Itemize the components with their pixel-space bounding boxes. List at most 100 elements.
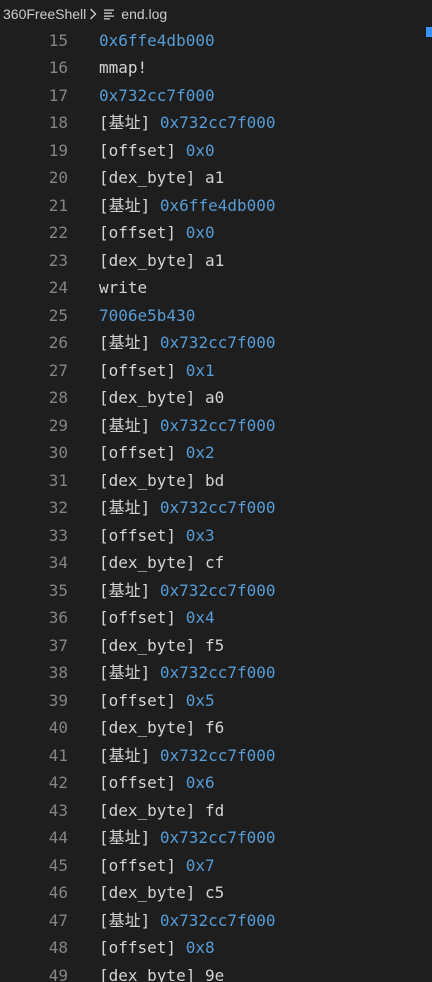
line-text: [dex_byte] a1 [99, 168, 225, 187]
line-number: 46 [48, 883, 68, 902]
line-number: 15 [48, 30, 68, 50]
hex-value: 0x732cc7f000 [159, 580, 276, 600]
line-content: [基址] 0x732cc7f000 [99, 412, 276, 440]
code-line[interactable]: 43 [dex_byte] fd [0, 797, 432, 825]
line-number: 25 [48, 305, 68, 325]
line-content: [dex_byte] a1 [99, 247, 224, 275]
hex-value: 0x3 [185, 525, 215, 545]
hex-value: 0x6ffe4db000 [159, 195, 276, 215]
hex-value: 0x732cc7f000 [159, 498, 276, 517]
code-line[interactable]: 18 [基址] 0x732cc7f000 [0, 109, 432, 137]
line-text: [dex_byte] f6 [99, 718, 225, 737]
breadcrumb-file[interactable]: end.log [121, 6, 167, 22]
line-text: [dex_byte] c5 [99, 883, 225, 902]
code-line[interactable]: 49 [dex_byte] 9e [0, 962, 432, 982]
line-content: 7006e5b430 [99, 302, 195, 330]
code-line[interactable]: 35 [基址] 0x732cc7f000 [0, 577, 432, 605]
line-content: [dex_byte] c5 [99, 879, 224, 907]
code-line[interactable]: 48 [offset] 0x8 [0, 934, 432, 962]
code-line[interactable]: 23 [dex_byte] a1 [0, 247, 432, 275]
hex-value: 0x732cc7f000 [159, 333, 276, 352]
code-lines: 14[ONEPLUS A6003::com.6aci4.apk_150x6ffe… [0, 0, 432, 982]
hex-value: 0x732cc7f000 [99, 85, 215, 105]
code-line[interactable]: 44 [基址] 0x732cc7f000 [0, 824, 432, 852]
line-content: 0x732cc7f000 [99, 82, 215, 110]
code-line[interactable]: 45 [offset] 0x7 [0, 852, 432, 880]
hex-value: 0x8 [185, 938, 215, 957]
code-line[interactable]: 19 [offset] 0x0 [0, 137, 432, 165]
line-text: [offset] [99, 690, 186, 710]
line-number: 34 [48, 553, 68, 572]
line-content: [offset] 0x1 [99, 357, 215, 385]
code-line[interactable]: 20 [dex_byte] a1 [0, 164, 432, 192]
line-number: 32 [48, 498, 68, 517]
code-line[interactable]: 28 [dex_byte] a0 [0, 384, 432, 412]
line-content: [offset] 0x8 [99, 934, 215, 962]
line-text: [offset] [99, 360, 186, 380]
line-number: 28 [48, 388, 68, 407]
line-text: [基址] [99, 828, 160, 847]
line-number: 21 [48, 195, 68, 215]
code-line[interactable]: 46 [dex_byte] c5 [0, 879, 432, 907]
line-number: 16 [48, 58, 68, 77]
line-number: 40 [48, 718, 68, 737]
line-text: [offset] [99, 525, 186, 545]
line-number: 29 [48, 415, 68, 435]
line-number: 17 [48, 85, 68, 105]
hex-value: 0x0 [185, 223, 215, 242]
code-line[interactable]: 39 [offset] 0x5 [0, 687, 432, 715]
line-content: [dex_byte] cf [99, 549, 224, 577]
line-number: 24 [48, 278, 68, 297]
code-line[interactable]: 15 0x6ffe4db000 [0, 27, 432, 55]
line-text: [offset] [99, 773, 186, 792]
line-number: 36 [48, 608, 68, 627]
code-line[interactable]: 42 [offset] 0x6 [0, 769, 432, 797]
code-line[interactable]: 40 [dex_byte] f6 [0, 714, 432, 742]
code-line[interactable]: 27 [offset] 0x1 [0, 357, 432, 385]
line-text: [dex_byte] f5 [99, 635, 225, 655]
line-content: mmap! [99, 54, 147, 82]
hex-value: 0x732cc7f000 [159, 663, 276, 682]
code-line[interactable]: 33 [offset] 0x3 [0, 522, 432, 550]
code-line[interactable]: 24 write [0, 274, 432, 302]
code-line[interactable]: 22 [offset] 0x0 [0, 219, 432, 247]
code-line[interactable]: 21 [基址] 0x6ffe4db000 [0, 192, 432, 220]
code-line[interactable]: 16 mmap! [0, 54, 432, 82]
line-text: [dex_byte] fd [99, 800, 225, 820]
line-content: [dex_byte] a0 [99, 384, 224, 412]
line-content: [基址] 0x6ffe4db000 [99, 192, 276, 220]
line-content: [基址] 0x732cc7f000 [99, 577, 276, 605]
line-number: 19 [48, 140, 68, 160]
text-file-icon [103, 8, 115, 20]
hex-value: 0x732cc7f000 [159, 745, 276, 765]
code-line[interactable]: 29 [基址] 0x732cc7f000 [0, 412, 432, 440]
line-content: [基址] 0x732cc7f000 [99, 329, 276, 357]
code-line[interactable]: 34 [dex_byte] cf [0, 549, 432, 577]
code-line[interactable]: 36 [offset] 0x4 [0, 604, 432, 632]
line-number: 42 [48, 773, 68, 792]
hex-value: 0x732cc7f000 [159, 113, 276, 132]
code-line[interactable]: 32 [基址] 0x732cc7f000 [0, 494, 432, 522]
line-content: 0x6ffe4db000 [99, 27, 215, 55]
editor-pane[interactable]: 14[ONEPLUS A6003::com.6aci4.apk_150x6ffe… [0, 0, 432, 982]
code-line[interactable]: 37 [dex_byte] f5 [0, 632, 432, 660]
code-line[interactable]: 30 [offset] 0x2 [0, 439, 432, 467]
line-content: [offset] 0x3 [99, 522, 215, 550]
code-line[interactable]: 38 [基址] 0x732cc7f000 [0, 659, 432, 687]
line-text: [offset] [99, 140, 186, 160]
code-line[interactable]: 25 7006e5b430 [0, 302, 432, 330]
line-content: [基址] 0x732cc7f000 [99, 494, 276, 522]
line-number: 22 [48, 223, 68, 242]
hex-value: 0x5 [185, 690, 215, 710]
line-text: [基址] [99, 498, 160, 517]
line-content: [基址] 0x732cc7f000 [99, 109, 276, 137]
line-number: 38 [48, 663, 68, 682]
code-line[interactable]: 41 [基址] 0x732cc7f000 [0, 742, 432, 770]
breadcrumb-folder[interactable]: 360FreeShell [3, 6, 86, 22]
code-line[interactable]: 26 [基址] 0x732cc7f000 [0, 329, 432, 357]
hex-value: 0x0 [185, 140, 215, 160]
line-content: [offset] 0x2 [99, 439, 215, 467]
code-line[interactable]: 31 [dex_byte] bd [0, 467, 432, 495]
code-line[interactable]: 47 [基址] 0x732cc7f000 [0, 907, 432, 935]
code-line[interactable]: 17 0x732cc7f000 [0, 82, 432, 110]
